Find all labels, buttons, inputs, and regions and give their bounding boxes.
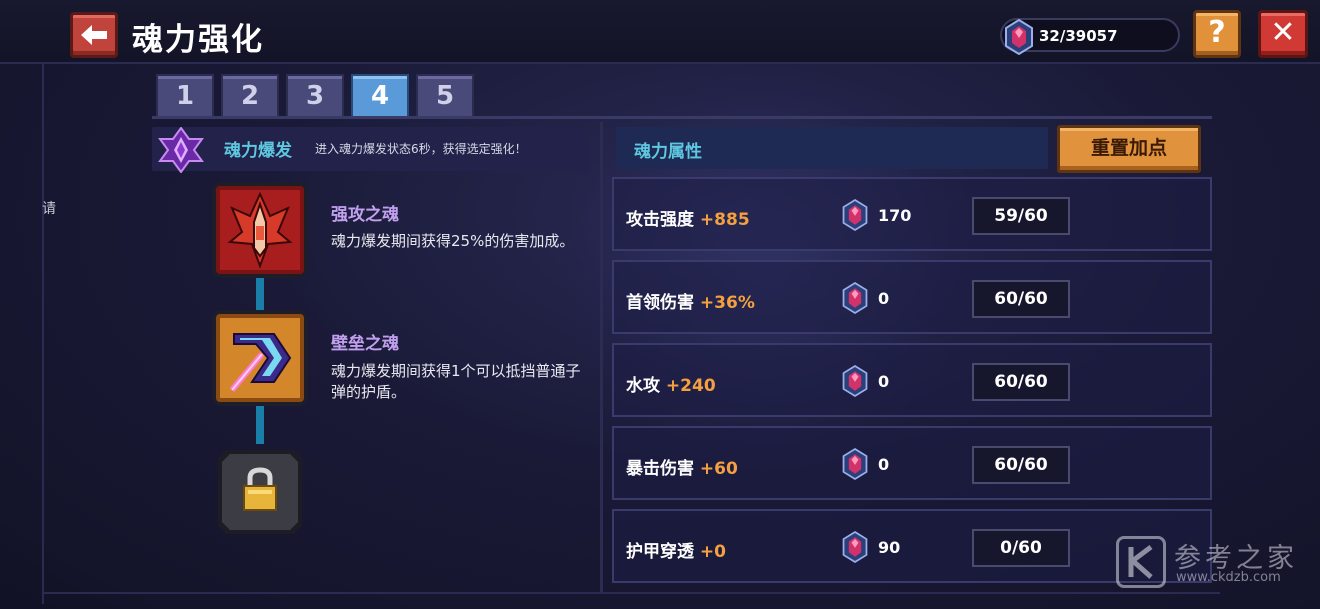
soul-gem-icon [842,281,868,315]
gem-count-text: 32/39057 [1039,27,1118,45]
close-button[interactable]: ✕ [1258,10,1308,58]
attribute-level: 60/60 [972,446,1070,484]
help-button[interactable]: ? [1193,10,1241,58]
attribute-bonus: +240 [665,376,716,396]
attribute-cost: 0 [878,372,890,391]
attribute-cost: 0 [878,289,890,308]
attribute-name: 护甲穿透 +0 [626,542,726,562]
side-panel-label: 请 [42,201,56,217]
soul-gem-counter: 32/39057 [1000,18,1180,56]
k-logo-icon [1128,545,1153,579]
panel-divider [600,122,603,592]
attribute-row[interactable]: 水攻 +240 0 60/60 [612,343,1212,417]
tab-5[interactable]: 5 [416,74,474,118]
attributes-header: 魂力属性 [616,127,1048,169]
attribute-name: 攻击强度 +885 [626,210,750,230]
back-button[interactable] [70,12,118,58]
attribute-cost: 90 [878,538,901,557]
watermark-url: www.ckdzb.com [1176,570,1281,585]
soul-gem-icon [842,364,868,398]
purple-crystal-icon [158,127,204,173]
page-tabs: 1 2 3 4 5 [156,74,474,118]
skill-node-locked[interactable] [212,444,308,540]
watermark-logo [1116,536,1166,588]
skill-name: 壁垒之魂 [331,334,399,354]
tab-1[interactable]: 1 [156,74,214,118]
attribute-row[interactable]: 首领伤害 +36% 0 60/60 [612,260,1212,334]
attribute-level: 0/60 [972,529,1070,567]
burst-description: 进入魂力爆发状态6秒，获得选定强化！ [315,142,527,156]
red-ship-icon [212,182,308,278]
attribute-name: 暴击伤害 +60 [626,459,738,479]
soul-gem-icon [842,447,868,481]
attribute-bonus: +0 [699,542,726,562]
soul-gem-icon [1005,18,1033,56]
attribute-name: 水攻 +240 [626,376,716,396]
attribute-bonus: +36% [699,293,755,313]
attribute-level: 60/60 [972,280,1070,318]
attribute-bonus: +60 [699,459,738,479]
tree-connector [256,278,264,314]
tab-3[interactable]: 3 [286,74,344,118]
tab-4[interactable]: 4 [351,74,409,118]
soul-burst-header: 魂力爆发 进入魂力爆发状态6秒，获得选定强化！ [152,127,588,173]
panel-bottom-border [42,592,1220,594]
skill-node-barrier[interactable] [212,310,308,406]
attributes-header-label: 魂力属性 [634,142,702,162]
tabs-underline [152,116,1212,119]
attribute-level: 60/60 [972,363,1070,401]
attribute-name: 首领伤害 +36% [626,293,755,313]
shield-boomerang-icon [212,310,308,406]
skill-description: 魂力爆发期间获得1个可以抵挡普通子弹的护盾。 [331,362,581,401]
watermark: 参考之家 www.ckdzb.com [1116,536,1316,592]
attribute-level: 59/60 [972,197,1070,235]
soul-gem-icon [842,198,868,232]
page-title: 魂力强化 [132,22,264,58]
burst-name: 魂力爆发 [224,141,292,161]
attribute-cost: 0 [878,455,890,474]
skill-description: 魂力爆发期间获得25%的伤害加成。 [331,232,575,250]
panel-left-border [42,64,44,604]
padlock-icon [218,450,302,534]
attribute-bonus: +885 [699,210,750,230]
skill-node-strong-attack[interactable] [212,182,308,278]
tree-connector [256,404,264,444]
attribute-cost: 170 [878,206,912,225]
skill-name: 强攻之魂 [331,205,399,225]
attribute-row[interactable]: 暴击伤害 +60 0 60/60 [612,426,1212,500]
arrow-left-icon [81,25,107,45]
tab-2[interactable]: 2 [221,74,279,118]
attribute-row[interactable]: 攻击强度 +885 170 59/60 [612,177,1212,251]
soul-gem-icon [842,530,868,564]
reset-points-button[interactable]: 重置加点 [1057,125,1201,173]
